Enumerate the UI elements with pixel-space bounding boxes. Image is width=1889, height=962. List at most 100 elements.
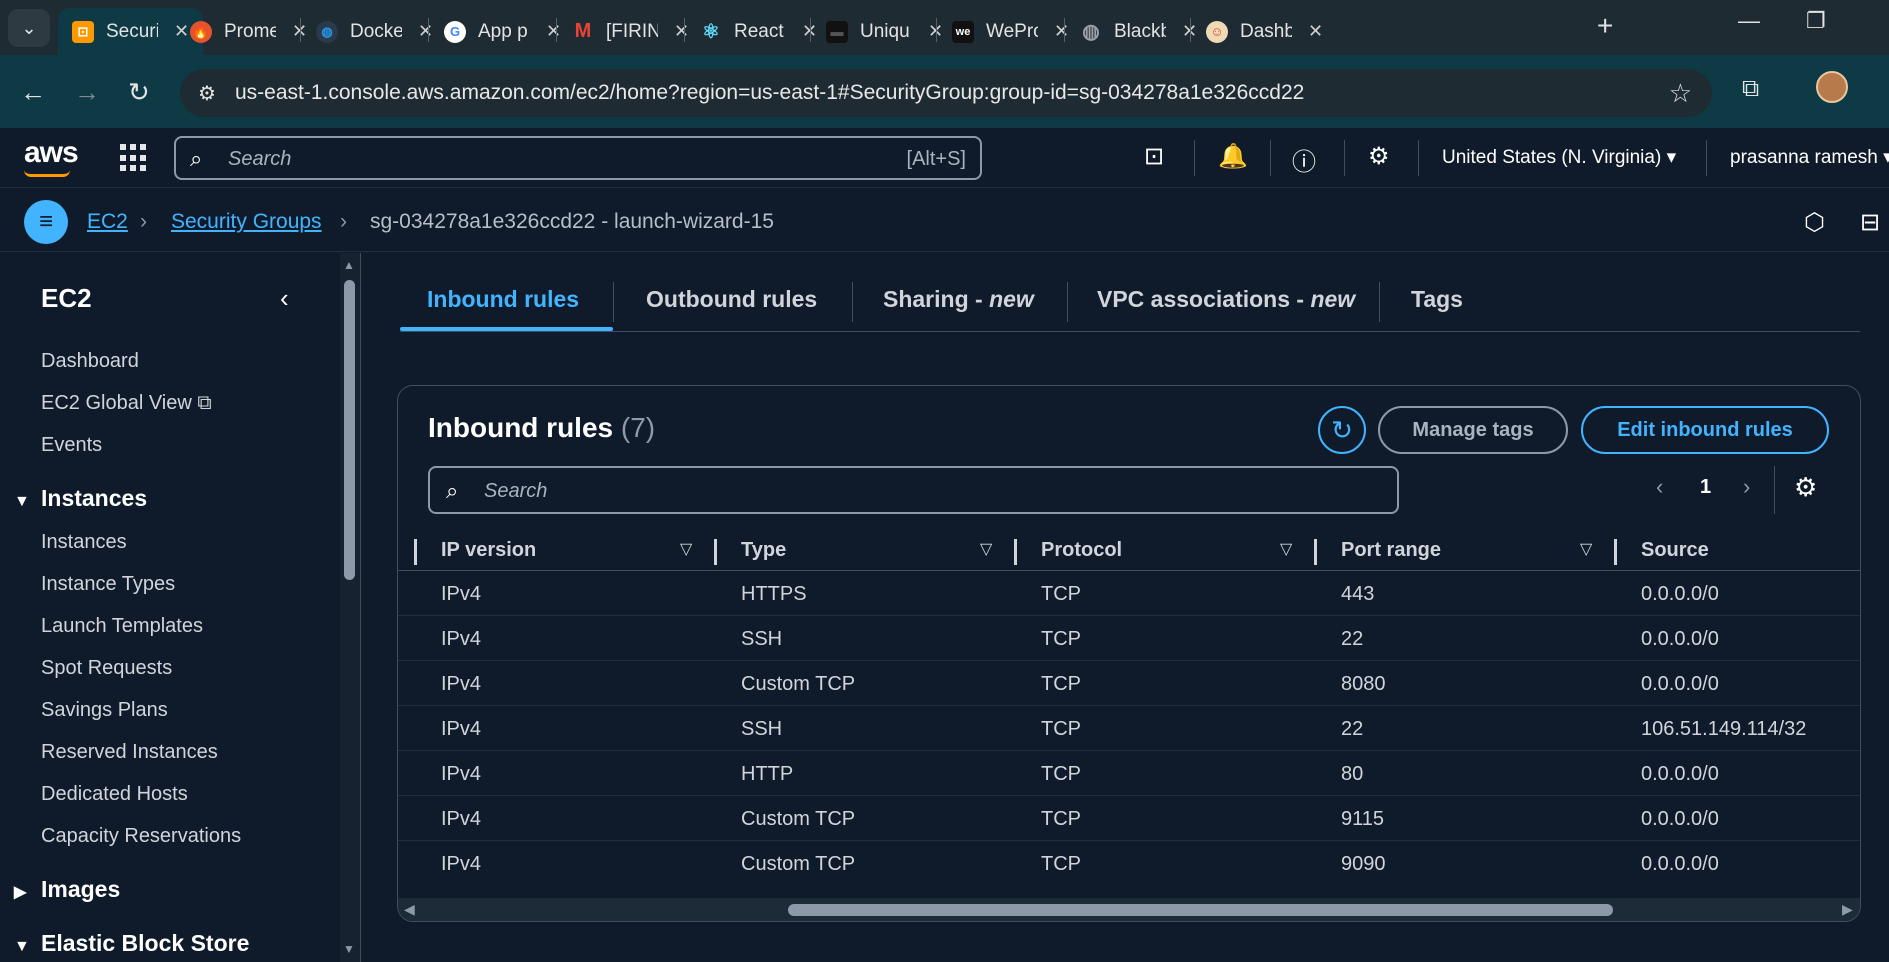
table-row[interactable]: IPv4 Custom TCP TCP 9090 0.0.0.0/0 — [398, 841, 1860, 886]
sidebar-section-instances[interactable]: ▼ Instances — [14, 485, 147, 512]
browser-tab-gmail[interactable]: M [FIRIN ✕ — [558, 8, 703, 55]
sidebar-item-instances[interactable]: Instances — [41, 531, 127, 554]
tab-tags[interactable]: Tags — [1411, 286, 1463, 313]
tab-search-chevron-icon[interactable]: ⌄ — [8, 9, 50, 47]
sort-caret-icon[interactable]: ▽ — [1580, 539, 1592, 559]
sidebar-divider — [360, 253, 361, 962]
sort-caret-icon[interactable]: ▽ — [980, 539, 992, 559]
sort-caret-icon[interactable]: ▽ — [1280, 539, 1292, 559]
sidebar-item-events[interactable]: Events — [41, 434, 102, 457]
notifications-bell-icon[interactable]: 🔔 — [1218, 142, 1248, 171]
table-row[interactable]: IPv4 Custom TCP TCP 8080 0.0.0.0/0 — [398, 661, 1860, 706]
edit-inbound-rules-button[interactable]: Edit inbound rules — [1581, 406, 1829, 454]
cell-ip-version: IPv4 — [441, 763, 482, 785]
refresh-button[interactable]: ↻ — [1318, 406, 1366, 454]
display-settings-icon[interactable]: ⊟ — [1860, 208, 1880, 237]
refresh-icon: ↻ — [1331, 414, 1353, 445]
sidebar-item-dashboard[interactable]: Dashboard — [41, 350, 139, 373]
restore-icon[interactable]: ❐ — [1806, 8, 1826, 34]
caret-down-icon: ▼ — [14, 938, 30, 955]
scroll-right-arrow-icon[interactable]: ▶ — [1842, 901, 1853, 918]
column-resizer[interactable] — [1614, 539, 1617, 565]
horizontal-scroll-thumb[interactable] — [788, 904, 1613, 916]
sidebar-item-global-view[interactable]: EC2 Global View ⧉ — [41, 392, 212, 415]
column-resizer[interactable] — [1014, 539, 1017, 565]
scroll-up-arrow-icon[interactable]: ▲ — [343, 258, 355, 272]
region-selector[interactable]: United States (N. Virginia) ▾ — [1442, 146, 1676, 169]
sidebar-section-ebs[interactable]: ▼ Elastic Block Store — [14, 930, 249, 957]
browser-tab-wepro[interactable]: we WePro ✕ — [938, 8, 1083, 55]
current-page[interactable]: 1 — [1700, 476, 1711, 499]
minimize-icon[interactable]: — — [1738, 8, 1760, 34]
sidebar-item-savings-plans[interactable]: Savings Plans — [41, 699, 168, 722]
prev-page-icon[interactable]: ‹ — [1656, 474, 1663, 500]
column-port-range[interactable]: Port range — [1341, 529, 1441, 571]
sidebar-item-dedicated-hosts[interactable]: Dedicated Hosts — [41, 783, 188, 806]
aws-logo[interactable]: aws — [24, 136, 79, 170]
sidebar-item-spot-requests[interactable]: Spot Requests — [41, 657, 172, 680]
forward-arrow-icon[interactable]: → — [74, 77, 100, 108]
sidebar-item-launch-templates[interactable]: Launch Templates — [41, 615, 203, 638]
tab-divider — [1067, 282, 1068, 322]
info-panel-icon[interactable]: ⬡ — [1804, 208, 1825, 237]
extensions-puzzle-icon[interactable]: ⧉ — [1742, 75, 1759, 103]
settings-gear-icon[interactable]: ⚙ — [1368, 142, 1390, 171]
close-icon[interactable]: ✕ — [1308, 21, 1323, 42]
url-text[interactable]: us-east-1.console.aws.amazon.com/ec2/hom… — [235, 81, 1304, 105]
sidebar-item-reserved-instances[interactable]: Reserved Instances — [41, 741, 218, 764]
table-row[interactable]: IPv4 HTTP TCP 80 0.0.0.0/0 — [398, 751, 1860, 796]
column-ip-version[interactable]: IP version — [441, 529, 536, 571]
sidebar-section-images[interactable]: ▶ Images — [14, 876, 120, 903]
tab-vpc-associations[interactable]: VPC associations - new — [1097, 286, 1355, 313]
new-tab-plus-icon[interactable]: + — [1597, 10, 1613, 42]
next-page-icon[interactable]: › — [1743, 474, 1750, 500]
address-bar[interactable]: ⚙ us-east-1.console.aws.amazon.com/ec2/h… — [180, 69, 1712, 117]
table-row[interactable]: IPv4 Custom TCP TCP 9115 0.0.0.0/0 — [398, 796, 1860, 841]
cell-type: HTTP — [741, 763, 794, 785]
sort-caret-icon[interactable]: ▽ — [680, 539, 692, 559]
reload-icon[interactable]: ↻ — [128, 77, 150, 108]
hamburger-menu-icon[interactable]: ≡ — [24, 200, 68, 244]
cell-ip-version: IPv4 — [441, 808, 482, 830]
tab-outbound-rules[interactable]: Outbound rules — [646, 286, 817, 313]
breadcrumb-ec2[interactable]: EC2 — [87, 210, 128, 234]
sidebar-item-instance-types[interactable]: Instance Types — [41, 573, 175, 596]
table-preferences-gear-icon[interactable]: ⚙ — [1794, 472, 1817, 503]
site-info-icon[interactable]: ⚙ — [198, 81, 216, 106]
sidebar-item-capacity-reservations[interactable]: Capacity Reservations — [41, 825, 241, 848]
rules-search-input[interactable]: ⌕ Search — [428, 466, 1399, 514]
column-resizer[interactable] — [414, 539, 417, 565]
scroll-down-arrow-icon[interactable]: ▼ — [343, 942, 355, 956]
globe-icon: ◍ — [1082, 21, 1100, 43]
table-row[interactable]: IPv4 SSH TCP 22 0.0.0.0/0 — [398, 616, 1860, 661]
table-row[interactable]: IPv4 SSH TCP 22 106.51.149.114/32 — [398, 706, 1860, 751]
column-resizer[interactable] — [1314, 539, 1317, 565]
column-type[interactable]: Type — [741, 529, 786, 571]
table-row[interactable]: IPv4 HTTPS TCP 443 0.0.0.0/0 — [398, 571, 1860, 616]
bookmark-star-icon[interactable]: ☆ — [1669, 78, 1692, 109]
cloudshell-icon[interactable]: ⊡ — [1144, 142, 1164, 171]
browser-tab-docker[interactable]: ◍ Docke ✕ — [302, 8, 447, 55]
table-horizontal-scrollbar[interactable]: ◀ ▶ — [398, 898, 1860, 921]
breadcrumb-security-groups[interactable]: Security Groups — [171, 210, 322, 234]
aws-search-input[interactable]: ⌕ Search [Alt+S] — [174, 136, 982, 180]
header-divider — [1270, 140, 1271, 176]
help-icon[interactable]: ⓘ — [1292, 142, 1316, 177]
react-icon: ⚛ — [702, 21, 720, 43]
collapse-sidebar-icon[interactable]: ‹ — [280, 283, 289, 314]
browser-tab-dashboard[interactable]: ☺ Dashb ✕ — [1192, 8, 1337, 55]
manage-tags-button[interactable]: Manage tags — [1378, 406, 1568, 454]
tab-inbound-rules[interactable]: Inbound rules — [427, 286, 579, 313]
column-source[interactable]: Source — [1641, 529, 1709, 571]
browser-tab-google[interactable]: G App p ✕ — [430, 8, 575, 55]
back-arrow-icon[interactable]: ← — [20, 77, 46, 108]
external-link-icon: ⧉ — [197, 392, 212, 414]
profile-avatar[interactable] — [1816, 71, 1848, 103]
sidebar-scroll-thumb[interactable] — [344, 280, 355, 580]
column-resizer[interactable] — [714, 539, 717, 565]
services-grid-icon[interactable] — [120, 144, 148, 172]
column-protocol[interactable]: Protocol — [1041, 529, 1122, 571]
tab-sharing[interactable]: Sharing - new — [883, 286, 1034, 313]
scroll-left-arrow-icon[interactable]: ◀ — [404, 901, 415, 918]
account-menu[interactable]: prasanna ramesh ▾ — [1730, 146, 1889, 169]
